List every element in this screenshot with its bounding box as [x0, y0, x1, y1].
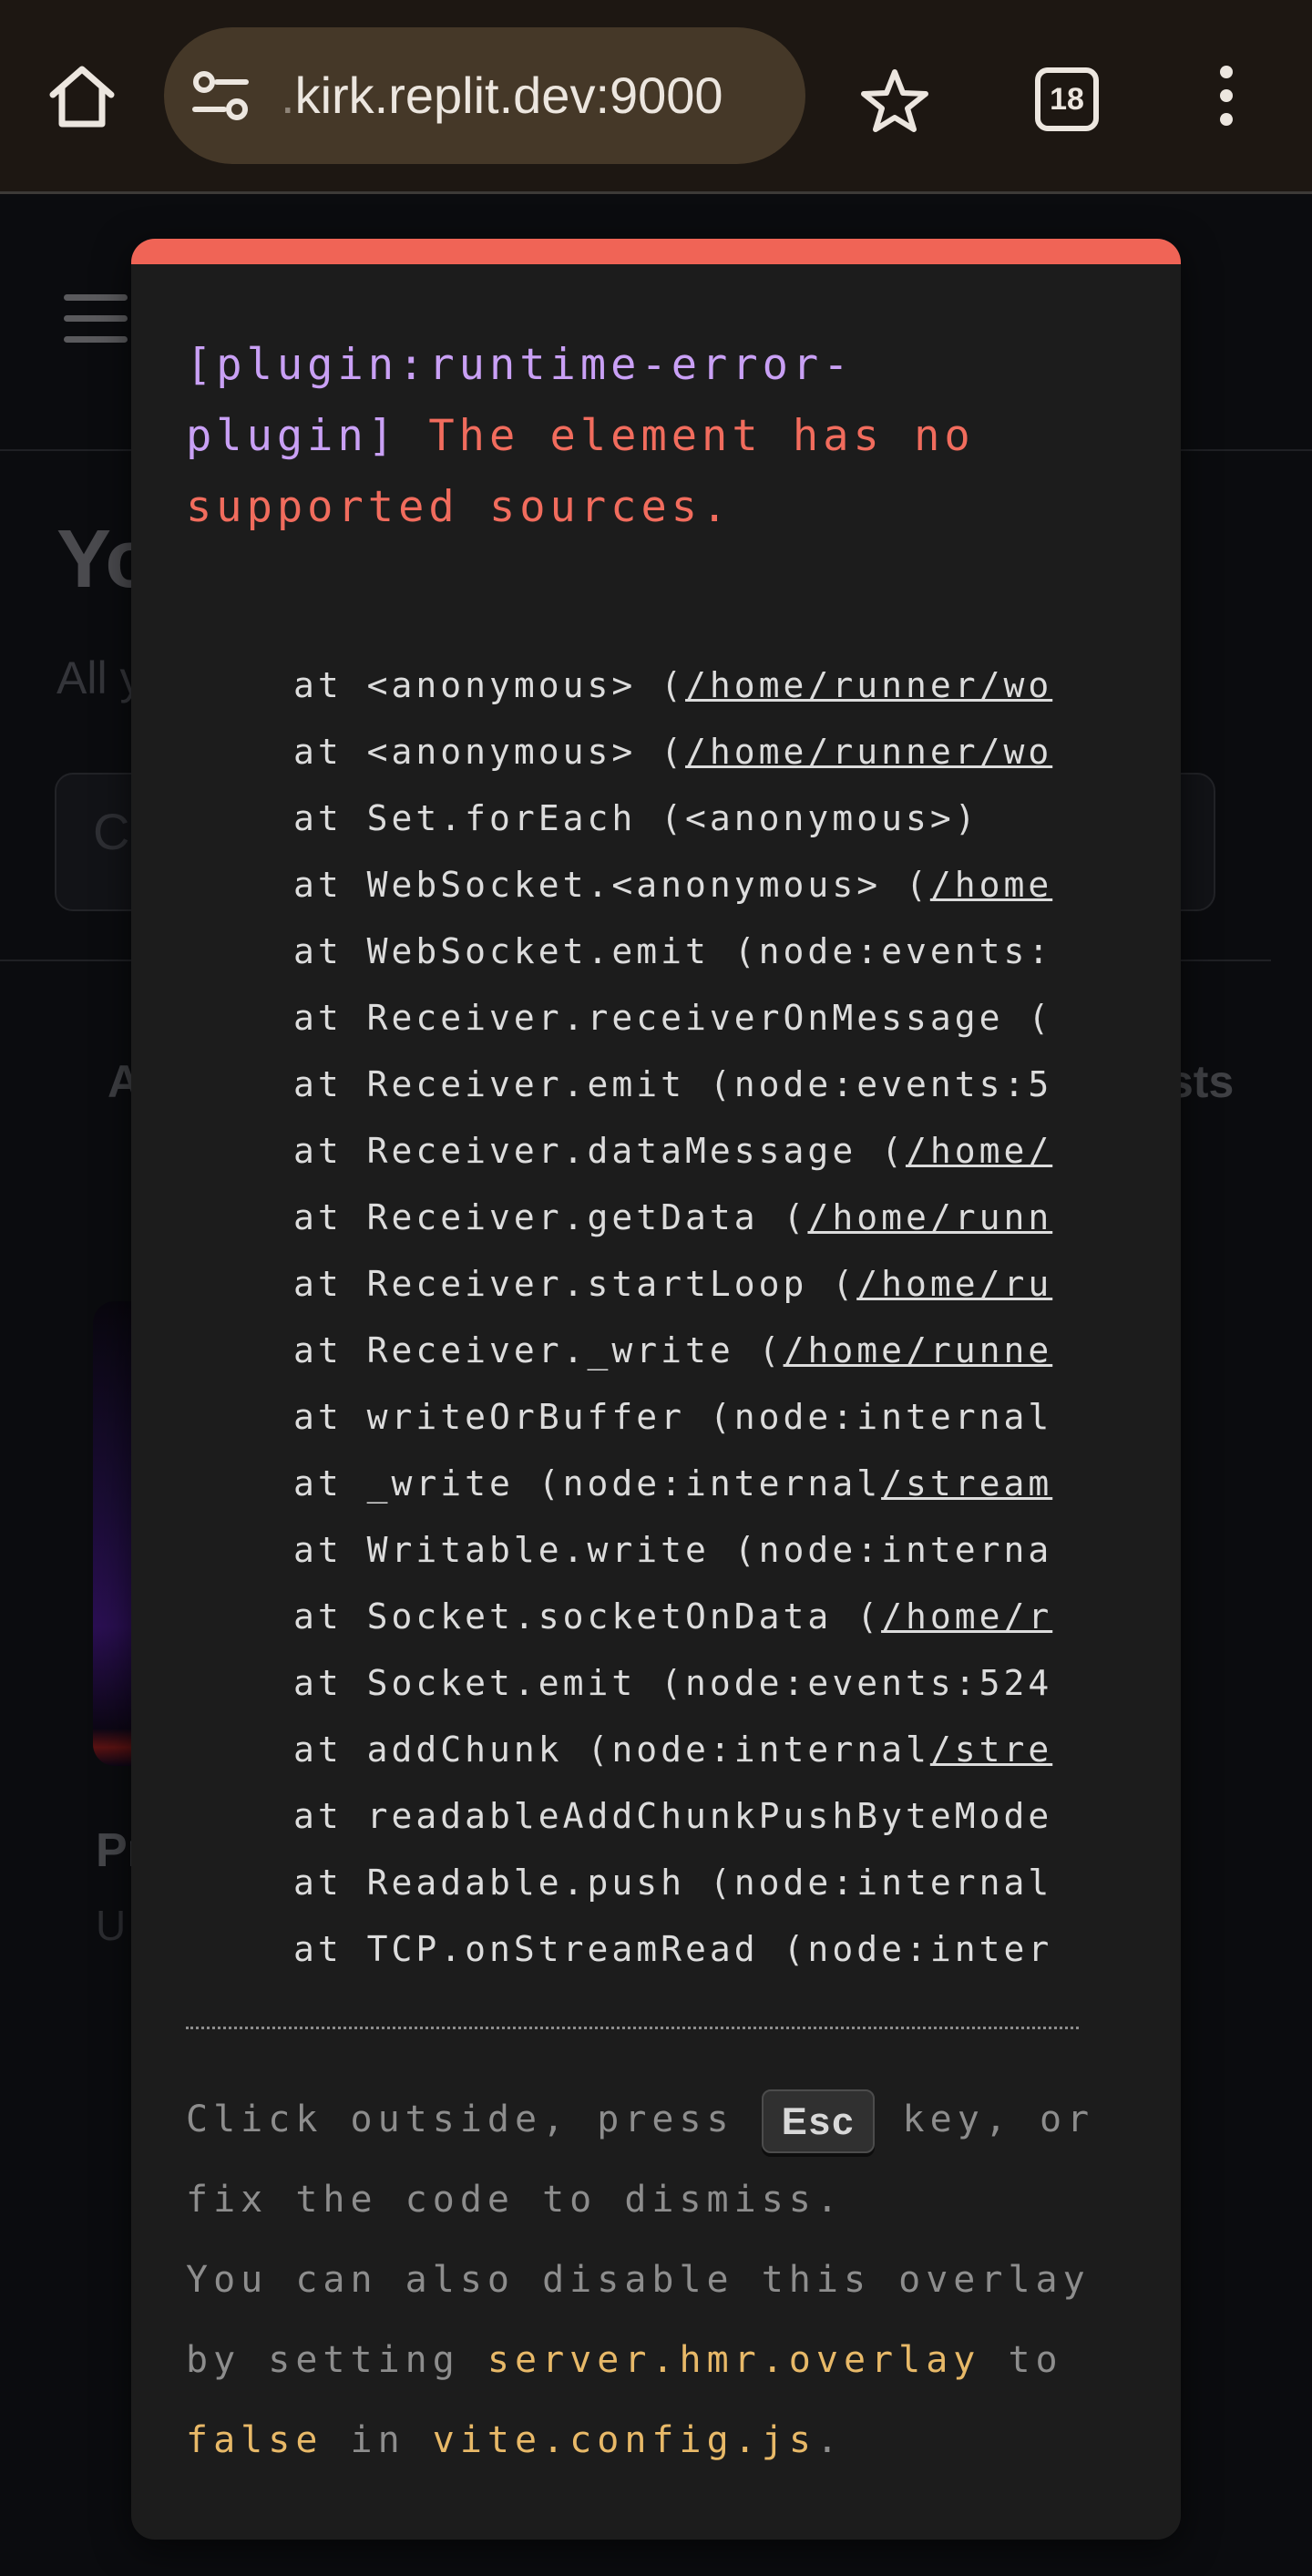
- esc-key-badge: Esc: [761, 2089, 876, 2153]
- search-placeholder: C: [93, 803, 130, 860]
- stack-frame: at addChunk (node:internal/stre: [293, 1717, 1079, 1783]
- stack-frame: at WebSocket.<anonymous> (/home: [293, 852, 1079, 919]
- config-key: server.hmr.overlay: [487, 2339, 981, 2381]
- stack-file-link[interactable]: /home/runner/wo: [685, 732, 1052, 772]
- stack-frame-text: at <anonymous> (: [293, 732, 686, 772]
- stack-trace: at <anonymous> (/home/runner/wo at <anony…: [293, 652, 1079, 1983]
- stack-file-link[interactable]: /home/r: [881, 1596, 1052, 1637]
- stack-frame-text: at Receiver.dataMessage (: [293, 1131, 906, 1171]
- stack-frame: at Receiver.receiverOnMessage (: [293, 985, 1079, 1052]
- overlay-accent-bar: [131, 239, 1181, 264]
- stack-frame-text: at _write (node:internal: [293, 1463, 882, 1504]
- stack-frame: at WebSocket.emit (node:events:: [293, 919, 1079, 985]
- stack-frame: at Receiver._write (/home/runne: [293, 1318, 1079, 1384]
- tip-text: Click outside, press: [186, 2099, 762, 2140]
- stack-frame-text: at Receiver.getData (: [293, 1197, 808, 1237]
- stack-frame: at TCP.onStreamRead (node:inter: [293, 1916, 1079, 1983]
- stack-frame-text: at Receiver.startLoop (: [293, 1264, 857, 1304]
- stack-frame-text: at Receiver.emit (node:events:5: [293, 1064, 1053, 1104]
- stack-frame-text: at WebSocket.emit (node:events:: [293, 931, 1053, 971]
- stack-frame: at Socket.emit (node:events:524: [293, 1650, 1079, 1717]
- stack-frame: at Receiver.emit (node:events:5: [293, 1052, 1079, 1118]
- stack-frame: at <anonymous> (/home/runner/wo: [293, 719, 1079, 785]
- more-menu-icon[interactable]: [1215, 64, 1237, 128]
- config-file: vite.config.js: [432, 2419, 816, 2461]
- stack-frame-text: at Writable.write (node:interna: [293, 1530, 1053, 1570]
- stack-frame-text: at readableAddChunkPushByteMode: [293, 1796, 1053, 1836]
- bookmark-star-icon[interactable]: [860, 67, 929, 133]
- stack-frame-text: at Set.forEach (<anonymous>): [293, 798, 979, 838]
- stack-frame: at Socket.socketOnData (/home/r: [293, 1584, 1079, 1650]
- dotted-divider: [186, 2027, 1079, 2029]
- stack-frame: at readableAddChunkPushByteMode: [293, 1783, 1079, 1850]
- stack-frame: at Set.forEach (<anonymous>): [293, 785, 1079, 852]
- site-settings-icon[interactable]: [191, 71, 250, 120]
- stack-file-link[interactable]: /stre: [930, 1729, 1052, 1770]
- card-subtitle: U: [96, 1902, 127, 1949]
- tip-text: in: [323, 2419, 433, 2461]
- stack-file-link[interactable]: /home: [930, 865, 1052, 905]
- stack-frame-text: at Receiver.receiverOnMessage (: [293, 998, 1053, 1038]
- false-value: false: [186, 2419, 323, 2461]
- stack-frame-text: at <anonymous> (: [293, 665, 686, 705]
- home-icon[interactable]: [46, 64, 118, 129]
- stack-file-link[interactable]: /home/runne: [784, 1330, 1053, 1370]
- stack-frame-text: at Receiver._write (: [293, 1330, 784, 1370]
- stack-frame: at Receiver.dataMessage (/home/: [293, 1118, 1079, 1185]
- tip-text: to: [980, 2339, 1063, 2381]
- stack-frame: at Writable.write (node:interna: [293, 1517, 1079, 1584]
- stack-file-link[interactable]: /home/runn: [807, 1197, 1052, 1237]
- hamburger-menu-icon[interactable]: [64, 294, 128, 349]
- stack-frame-text: at Socket.socketOnData (: [293, 1596, 882, 1637]
- stack-frame: at Readable.push (node:internal: [293, 1850, 1079, 1916]
- stack-file-link[interactable]: /home/: [906, 1131, 1052, 1171]
- stack-file-link[interactable]: /home/runner/wo: [685, 665, 1052, 705]
- address-bar[interactable]: .kirk.replit.dev:9000: [164, 27, 805, 164]
- browser-toolbar: .kirk.replit.dev:9000 18: [0, 0, 1312, 194]
- stack-frame-text: at TCP.onStreamRead (node:inter: [293, 1929, 1053, 1969]
- stack-file-link[interactable]: /home/ru: [856, 1264, 1052, 1304]
- error-message: [plugin:runtime-error- plugin] The eleme…: [186, 330, 1143, 543]
- tabs-icon[interactable]: 18: [1035, 67, 1099, 131]
- url-host: kirk.replit.dev:9000: [294, 67, 723, 124]
- error-overlay[interactable]: [plugin:runtime-error- plugin] The eleme…: [131, 239, 1181, 2540]
- stack-file-link[interactable]: /stream: [881, 1463, 1052, 1504]
- stack-frame-text: at Readable.push (node:internal: [293, 1863, 1053, 1903]
- stack-frame-text: at WebSocket.<anonymous> (: [293, 865, 930, 905]
- tip-text: .: [815, 2419, 844, 2461]
- stack-frame: at _write (node:internal/stream: [293, 1451, 1079, 1517]
- dismiss-tip: Click outside, press Esc key, or fix the…: [186, 2079, 1152, 2480]
- stack-frame: at writeOrBuffer (node:internal: [293, 1384, 1079, 1451]
- stack-frame: at Receiver.startLoop (/home/ru: [293, 1251, 1079, 1318]
- stack-frame-text: at addChunk (node:internal: [293, 1729, 930, 1770]
- stack-frame: at Receiver.getData (/home/runn: [293, 1185, 1079, 1251]
- stack-frame-text: at writeOrBuffer (node:internal: [293, 1397, 1053, 1437]
- stack-frame-text: at Socket.emit (node:events:524: [293, 1663, 1053, 1703]
- url-text[interactable]: .kirk.replit.dev:9000: [281, 27, 791, 164]
- stack-frame: at <anonymous> (/home/runner/wo: [293, 652, 1079, 719]
- page-subtitle: All y: [56, 652, 143, 703]
- url-dim-prefix: .: [281, 67, 295, 124]
- tab-count: 18: [1050, 82, 1084, 117]
